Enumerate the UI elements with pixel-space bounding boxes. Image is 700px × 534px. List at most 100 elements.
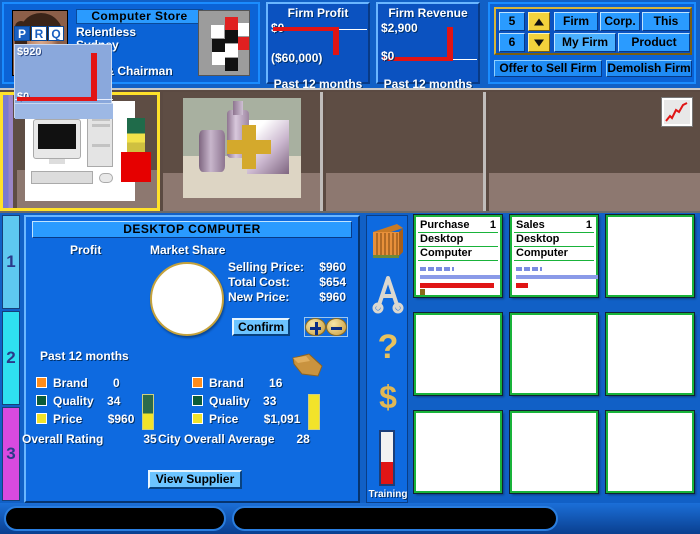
view-controls-box: 5 6 Firm Corp. This City My Firm Product [494,7,692,55]
my-brand-label: Brand [53,376,88,390]
purchase-card-body: Purchase 1 Desktop Computer [418,219,500,295]
floor-tab-1[interactable]: 1 [2,215,20,309]
scope-this-city-button[interactable]: This City [642,12,690,45]
my-quality-label: Quality [53,394,94,408]
prq-quantity-button[interactable]: Q [48,26,64,41]
purchase-card[interactable]: Purchase 1 Desktop Computer [413,214,503,298]
training-gauge-icon[interactable] [379,430,395,486]
empty-slot-1[interactable] [605,214,695,298]
stock-chart-icon[interactable] [662,98,692,126]
firm-profit-chart[interactable]: Firm Profit $0 ($60,000) Past 12 months [266,2,370,91]
my-quality-row: Quality 34 [36,394,143,408]
prq-revenue-button[interactable]: R [31,26,47,41]
city-overall-label: City Overall Average [158,432,275,446]
sales-card[interactable]: Sales 1 Desktop Computer [509,214,599,298]
demolish-firm-button[interactable]: Demolish Firm [606,60,692,77]
my-price-row: Price $960 [36,412,140,426]
zoom-level-bottom[interactable]: 6 [499,33,525,52]
zoom-up-arrow-icon[interactable] [528,12,550,31]
city-quality-row: Quality 33 [192,394,299,408]
sales-line2: Computer [514,247,594,261]
store-name[interactable]: Computer Store [76,9,203,24]
product-title: DESKTOP COMPUTER [32,221,352,238]
shelf-slot-chemicals[interactable] [163,92,323,211]
firm-revenue-top-label: $2,900 [381,21,418,35]
shelf-slot-empty-3[interactable] [326,92,486,211]
my-overall-value: 35 [143,432,157,446]
firm-profit-bottom-label: ($60,000) [271,51,323,65]
sales-count: 1 [585,219,592,231]
view-supplier-button[interactable]: View Supplier [148,470,242,489]
total-cost-row: Total Cost: $654 [228,275,346,290]
profit-chart-label: Profit [70,243,102,257]
offer-to-sell-firm-button[interactable]: Offer to Sell Firm [494,60,602,77]
svg-text:?: ? [378,328,399,366]
selling-price-label: Selling Price: [228,260,305,274]
purchase-header: Purchase [420,219,470,231]
empty-slot-6[interactable] [509,410,599,494]
help-question-icon[interactable]: ? [371,326,405,368]
sales-card-body: Sales 1 Desktop Computer [514,219,598,293]
empty-slot-4[interactable] [605,312,695,396]
city-price-value: $1,091 [263,412,301,426]
city-rating-bar [308,394,320,430]
purchase-line1: Desktop [418,233,498,247]
empty-slot-3[interactable] [509,312,599,396]
advertising-a-icon[interactable] [371,274,405,316]
firm-revenue-chart[interactable]: Firm Revenue $2,900 $0 Past 12 months [376,2,480,91]
shelf-slot-empty-4[interactable] [489,92,700,211]
my-brand-value: 0 [113,376,120,390]
my-price-value: $960 [107,412,135,426]
finance-dollar-icon[interactable]: $ [371,376,405,418]
scope-corp-button[interactable]: Corp. [600,12,640,31]
prq-toggle-group: P R Q [14,26,64,41]
city-overall-value: 28 [296,432,310,446]
new-price-row: New Price: $960 [228,290,346,305]
floor-tab-3[interactable]: 3 [2,407,20,501]
city-quality-label: Quality [209,394,250,408]
my-rating-bar [142,394,154,430]
my-brand-row: Brand 0 [36,376,137,390]
city-price-swatch-icon [192,413,203,424]
city-brand-label: Brand [209,376,244,390]
company-logo [198,10,250,76]
zoom-down-arrow-icon[interactable] [528,33,550,52]
city-brand-value: 16 [269,376,283,390]
red-crate-icon [121,152,151,182]
total-cost-label: Total Cost: [228,275,290,289]
empty-slot-7[interactable] [605,410,695,494]
price-summary: Selling Price: $960 Total Cost: $654 New P… [228,260,346,305]
my-price-label: Price [53,412,83,426]
city-price-label: Price [209,412,239,426]
confirm-button[interactable]: Confirm [232,318,290,336]
inventory-books-icon[interactable] [371,222,405,264]
toolbar-tray [4,506,226,531]
hand-cursor [292,352,326,378]
firm-revenue-title: Firm Revenue [388,6,468,20]
my-overall-row: Overall Rating 35 [22,432,157,446]
sales-header: Sales [516,219,545,231]
brand-swatch-icon [36,377,47,388]
selling-price-value: $960 [319,260,346,274]
my-quality-value: 34 [107,394,121,408]
firm-revenue-plot: $2,900 $0 [381,21,477,77]
price-increase-button[interactable] [305,318,326,336]
empty-slot-5[interactable] [413,410,503,494]
floor-tab-2[interactable]: 2 [2,311,20,405]
scope-product-button[interactable]: Product [618,33,690,52]
my-overall-label: Overall Rating [22,432,104,446]
empty-slot-2[interactable] [413,312,503,396]
price-stepper [304,317,348,337]
profit-chart-top-label: $920 [17,46,42,58]
profit-chart-footer: Past 12 months [40,349,129,363]
firm-profit-title: Firm Profit [287,6,349,20]
scope-firm-button[interactable]: Firm [554,12,598,31]
tool-icon-column: ? $ Training [366,215,408,503]
floor-tabs: 1 2 3 [2,215,20,503]
price-decrease-button[interactable] [326,318,347,336]
market-share-pie[interactable] [150,262,224,336]
scope-my-firm-button[interactable]: My Firm [554,33,616,52]
product-profit-chart: $920 $0 [14,44,113,119]
prq-profit-button[interactable]: P [14,26,30,41]
zoom-level-top[interactable]: 5 [499,12,525,31]
